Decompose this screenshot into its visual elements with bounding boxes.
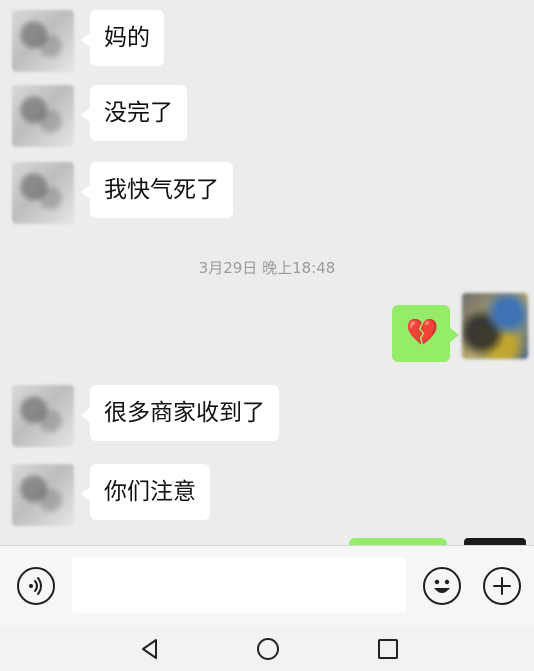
system-nav-bar (0, 627, 534, 671)
plus-button[interactable] (483, 567, 521, 605)
message-text: 没完了 (104, 100, 173, 126)
incoming-message[interactable]: 妈的 (81, 10, 164, 66)
voice-icon (29, 577, 42, 595)
incoming-message[interactable]: 你们注意 (81, 464, 210, 520)
plus-icon (493, 577, 511, 595)
contact-avatar[interactable] (12, 162, 74, 224)
contact-avatar[interactable] (12, 10, 74, 72)
incoming-message[interactable]: 我快气死了 (81, 162, 233, 218)
incoming-message[interactable]: 很多商家收到了 (81, 385, 279, 441)
emoji-button[interactable] (423, 567, 461, 605)
contact-avatar[interactable] (12, 385, 74, 447)
message-timestamp: 3月29日 晚上18:48 (198, 259, 336, 277)
message-text: 妈的 (104, 25, 150, 51)
outgoing-message[interactable]: 💔 (392, 305, 459, 362)
nav-back-icon (142, 639, 157, 659)
chat-area: 妈的 没完了 我快气死了 3月29日 晚上18:48 💔 很多商家收到了 你们注… (0, 0, 534, 545)
nav-home-icon (257, 638, 279, 660)
emoji-icon (434, 579, 450, 593)
nav-recent-button[interactable] (374, 635, 402, 663)
message-input[interactable] (72, 557, 406, 613)
nav-back-button[interactable] (136, 635, 164, 663)
my-avatar-partial[interactable] (464, 538, 526, 545)
contact-avatar[interactable] (12, 464, 74, 526)
voice-button[interactable] (17, 567, 55, 605)
broken-heart-emoji: 💔 (406, 318, 439, 348)
message-text: 很多商家收到了 (104, 400, 265, 426)
incoming-message[interactable]: 没完了 (81, 85, 187, 141)
input-bar (0, 545, 534, 628)
nav-recent-icon (378, 639, 398, 659)
message-text: 我快气死了 (104, 177, 219, 203)
contact-avatar[interactable] (12, 85, 74, 147)
message-text: 你们注意 (104, 479, 196, 505)
nav-home-button[interactable] (254, 635, 282, 663)
outgoing-message-partial[interactable] (349, 538, 447, 545)
my-avatar[interactable] (462, 293, 528, 359)
